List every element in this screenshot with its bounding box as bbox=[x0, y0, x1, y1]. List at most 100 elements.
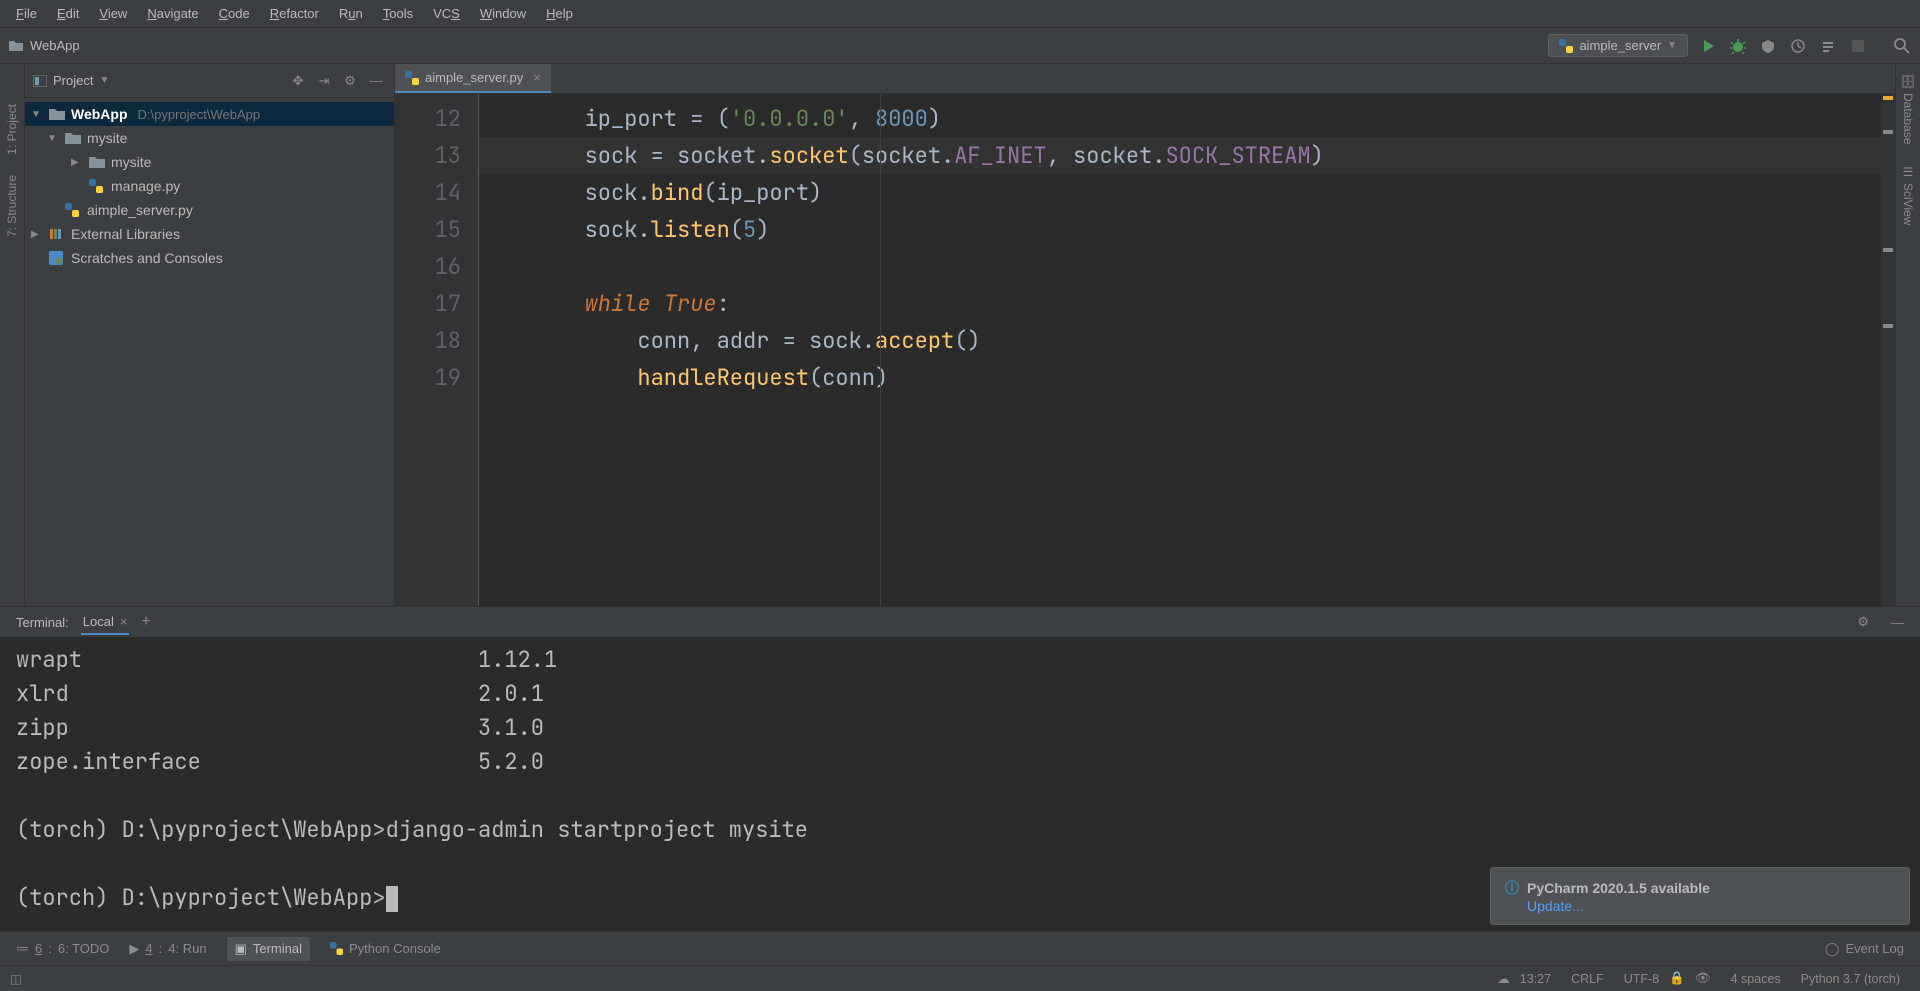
tree-root-path: D:\pyproject\WebApp bbox=[138, 107, 261, 122]
status-bar: ◫ ☁ 13:27 CRLF UTF-8 🔒 👁 4 spaces Python… bbox=[0, 965, 1920, 991]
terminal-line: xlrd 2.0.1 bbox=[16, 677, 1904, 711]
code-line[interactable]: while True: bbox=[479, 285, 1881, 322]
menu-code[interactable]: Code bbox=[211, 4, 258, 23]
code-line[interactable]: sock = socket.socket(socket.AF_INET, soc… bbox=[479, 137, 1881, 174]
tool-sciview[interactable]: ☰ SciView bbox=[1901, 165, 1915, 225]
git-icon[interactable]: ☁ bbox=[1497, 971, 1510, 986]
tool-structure[interactable]: 7: Structure bbox=[5, 175, 19, 237]
hide-button[interactable]: — bbox=[366, 73, 386, 88]
breadcrumb-project: WebApp bbox=[30, 38, 80, 53]
code-line[interactable]: ip_port = ('0.0.0.0', 8000) bbox=[479, 100, 1881, 137]
tree-aimple-server[interactable]: aimple_server.py bbox=[25, 198, 394, 222]
search-everywhere-button[interactable] bbox=[1892, 36, 1912, 56]
folder-icon bbox=[65, 132, 83, 145]
gear-icon[interactable]: ⚙ bbox=[1857, 614, 1869, 630]
tree-root[interactable]: ▼ WebApp D:\pyproject\WebApp bbox=[25, 102, 394, 126]
update-link[interactable]: Update... bbox=[1527, 898, 1895, 914]
tab-python-console[interactable]: Python Console bbox=[330, 941, 441, 956]
menu-navigate[interactable]: Navigate bbox=[139, 4, 206, 23]
folder-icon bbox=[8, 39, 24, 53]
hide-button[interactable]: — bbox=[1891, 615, 1904, 630]
coverage-button[interactable] bbox=[1758, 36, 1778, 56]
python-icon bbox=[89, 179, 107, 193]
terminal-title: Terminal: bbox=[16, 615, 69, 630]
menu-vcs[interactable]: VCS bbox=[425, 4, 468, 23]
code-line[interactable]: sock.listen(5) bbox=[479, 211, 1881, 248]
interpreter[interactable]: Python 3.7 (torch) bbox=[1801, 972, 1900, 986]
stop-button[interactable] bbox=[1848, 36, 1868, 56]
tree-item-label: Scratches and Consoles bbox=[71, 250, 223, 266]
libraries-icon bbox=[49, 227, 67, 241]
menu-file[interactable]: File bbox=[8, 4, 45, 23]
terminal-tab-local[interactable]: Local × bbox=[81, 610, 130, 635]
run-config-selector[interactable]: aimple_server ▼ bbox=[1548, 34, 1688, 57]
project-view-icon bbox=[33, 75, 47, 87]
attach-button[interactable] bbox=[1818, 36, 1838, 56]
code-line[interactable]: handleRequest(conn) bbox=[479, 359, 1881, 396]
menu-help[interactable]: Help bbox=[538, 4, 581, 23]
folder-icon bbox=[49, 108, 67, 121]
encoding[interactable]: UTF-8 bbox=[1624, 972, 1659, 986]
code-line[interactable]: conn, addr = sock.accept() bbox=[479, 322, 1881, 359]
tree-item-label: manage.py bbox=[111, 178, 180, 194]
menu-edit[interactable]: Edit bbox=[49, 4, 87, 23]
project-panel-title: Project bbox=[53, 73, 93, 88]
lock-icon[interactable]: 🔒 bbox=[1669, 971, 1685, 986]
code-line[interactable]: sock.bind(ip_port) bbox=[479, 174, 1881, 211]
indent[interactable]: 4 spaces bbox=[1731, 972, 1781, 986]
terminal-new-tab[interactable]: + bbox=[141, 613, 150, 631]
terminal-line: (torch) D:\pyproject\WebApp>django-admin… bbox=[16, 813, 1904, 847]
tab-event-log[interactable]: ◯ Event Log bbox=[1825, 941, 1904, 957]
folder-icon bbox=[89, 156, 107, 169]
python-icon bbox=[65, 203, 83, 217]
close-icon[interactable]: × bbox=[533, 70, 541, 85]
editor-tab-label: aimple_server.py bbox=[425, 70, 523, 85]
tool-project[interactable]: 1: Project bbox=[5, 104, 19, 155]
tree-manage-py[interactable]: manage.py bbox=[25, 174, 394, 198]
tree-item-label: mysite bbox=[111, 154, 151, 170]
update-notification[interactable]: ⓘ PyCharm 2020.1.5 available Update... bbox=[1490, 867, 1910, 925]
gear-icon[interactable]: ⚙ bbox=[340, 73, 360, 89]
python-icon bbox=[405, 71, 419, 85]
tree-scratches[interactable]: Scratches and Consoles bbox=[25, 246, 394, 270]
run-config-label: aimple_server bbox=[1579, 38, 1661, 53]
tree-mysite-inner[interactable]: ▶ mysite bbox=[25, 150, 394, 174]
collapse-button[interactable]: ⇥ bbox=[314, 73, 334, 89]
notification-title: PyCharm 2020.1.5 available bbox=[1527, 880, 1710, 896]
tree-mysite[interactable]: ▼ mysite bbox=[25, 126, 394, 150]
profile-button[interactable] bbox=[1788, 36, 1808, 56]
tab-todo[interactable]: ≔ 6: 6: TODO bbox=[16, 941, 109, 957]
inspections-icon[interactable]: 👁 bbox=[1695, 971, 1711, 986]
locate-button[interactable]: ✥ bbox=[288, 73, 308, 89]
terminal-line: zope.interface 5.2.0 bbox=[16, 745, 1904, 779]
menu-refactor[interactable]: Refactor bbox=[262, 4, 327, 23]
menu-bar: File Edit View Navigate Code Refactor Ru… bbox=[0, 0, 1920, 28]
python-icon bbox=[1559, 39, 1573, 53]
caret-position[interactable]: 13:27 bbox=[1520, 972, 1551, 986]
editor-tab[interactable]: aimple_server.py × bbox=[395, 64, 551, 93]
chevron-down-icon[interactable]: ▼ bbox=[99, 75, 109, 86]
tab-run-bottom[interactable]: ▶ 4: 4: Run bbox=[129, 941, 206, 957]
editor-tabs: aimple_server.py × bbox=[395, 64, 1895, 94]
info-icon: ⓘ bbox=[1505, 878, 1519, 898]
tool-database[interactable]: 🗄 Database bbox=[1901, 74, 1915, 145]
menu-window[interactable]: Window bbox=[472, 4, 534, 23]
run-button[interactable] bbox=[1698, 36, 1718, 56]
menu-run[interactable]: Run bbox=[331, 4, 371, 23]
terminal-line: wrapt 1.12.1 bbox=[16, 643, 1904, 677]
navigation-bar: WebApp aimple_server ▼ bbox=[0, 28, 1920, 64]
close-icon[interactable]: × bbox=[120, 614, 128, 629]
line-ending[interactable]: CRLF bbox=[1571, 972, 1604, 986]
tree-root-label: WebApp bbox=[71, 106, 128, 122]
code-line[interactable] bbox=[479, 248, 1881, 285]
debug-button[interactable] bbox=[1728, 36, 1748, 56]
menu-view[interactable]: View bbox=[91, 4, 135, 23]
tree-external-libs[interactable]: ▶ External Libraries bbox=[25, 222, 394, 246]
tree-item-label: mysite bbox=[87, 130, 127, 146]
menu-tools[interactable]: Tools bbox=[375, 4, 421, 23]
tree-item-label: External Libraries bbox=[71, 226, 180, 242]
breadcrumb[interactable]: WebApp bbox=[8, 38, 80, 53]
tab-terminal-bottom[interactable]: ▣ Terminal bbox=[227, 937, 310, 961]
status-toggle-icon[interactable]: ◫ bbox=[10, 971, 22, 986]
chevron-down-icon: ▼ bbox=[1667, 40, 1677, 51]
